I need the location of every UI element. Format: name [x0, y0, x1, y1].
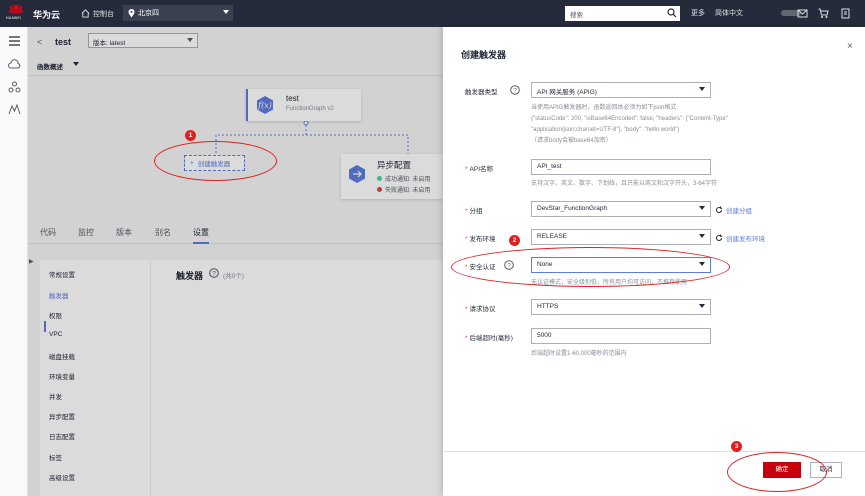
home-icon — [81, 9, 90, 18]
create-env-link[interactable]: 创建发布环境 — [715, 233, 765, 243]
modal-overlay[interactable] — [28, 27, 443, 496]
annotation-ellipse-1 — [154, 141, 277, 181]
network-icon[interactable] — [8, 81, 21, 93]
protocol-select[interactable]: HTTPS — [531, 299, 711, 315]
region-select[interactable]: 北京四 — [123, 5, 233, 21]
top-navigation-bar: HUAWEI 华为云 控制台 北京四 搜索 更多 简体中文 — [0, 0, 865, 27]
more-menu[interactable]: 更多 — [691, 8, 705, 18]
annotation-ellipse-3 — [727, 452, 827, 492]
search-placeholder: 搜索 — [570, 12, 583, 19]
create-group-link[interactable]: 创建分组 — [715, 205, 752, 215]
cart-icon[interactable] — [818, 8, 829, 19]
annotation-number-3: 3 — [731, 441, 742, 452]
search-input[interactable]: 搜索 — [565, 6, 680, 21]
search-icon[interactable] — [667, 8, 677, 18]
group-value: DevStar_FunctionGraph — [537, 205, 608, 212]
trigger-type-hint-4: （请求body会被base64加密） — [531, 138, 612, 144]
required-mark: * — [465, 208, 468, 215]
close-icon[interactable]: × — [847, 41, 853, 52]
env-label: * 发布环境 — [465, 233, 496, 243]
caret-down-icon — [699, 234, 705, 238]
env-value: RELEASE — [537, 233, 567, 240]
caret-down-icon — [223, 10, 229, 14]
logo-text: HUAWEI — [6, 16, 22, 20]
create-env-label: 创建发布环境 — [726, 236, 765, 243]
message-icon[interactable] — [797, 8, 808, 19]
annotation-ellipse-2 — [451, 247, 730, 287]
trigger-type-hint-3: "application/json;charset=UTF-8"}, "body… — [531, 127, 680, 133]
menu-icon[interactable] — [8, 35, 21, 47]
protocol-value: HTTPS — [537, 303, 559, 310]
workorder-icon[interactable] — [840, 8, 851, 19]
trigger-type-label: 触发器类型 — [465, 89, 498, 96]
create-group-label: 创建分组 — [726, 208, 752, 215]
env-label-text: 发布环境 — [469, 236, 496, 243]
timeout-value: 5000 — [537, 332, 552, 339]
cloud-icon[interactable] — [8, 59, 21, 71]
location-icon — [128, 8, 135, 17]
service-sidebar — [0, 27, 28, 496]
trigger-type-value: API 网关服务 (APIG) — [537, 89, 597, 96]
language-menu[interactable]: 简体中文 — [715, 8, 743, 18]
mountain-icon[interactable] — [8, 103, 21, 115]
huawei-logo[interactable]: HUAWEI — [6, 4, 26, 22]
help-icon[interactable]: ? — [510, 85, 520, 95]
timeout-hint: 后端超时设置1-60,000毫秒的范围内 — [531, 351, 627, 357]
annotation-number-1: 1 — [185, 130, 196, 141]
caret-down-icon — [699, 87, 705, 91]
trigger-type-hint-2: {"statusCode": 200, "isBase64Encoded": f… — [531, 116, 728, 122]
api-name-value: API_test — [537, 163, 562, 170]
timeout-input[interactable]: 5000 — [531, 328, 711, 344]
protocol-label: * 请求协议 — [465, 303, 496, 313]
api-name-label: * API名称 — [465, 163, 493, 173]
trigger-type-select[interactable]: API 网关服务 (APIG) — [531, 82, 711, 98]
env-select[interactable]: RELEASE — [531, 229, 711, 245]
required-mark: * — [465, 236, 468, 243]
refresh-icon[interactable] — [715, 234, 723, 242]
annotation-number-2: 2 — [509, 235, 520, 246]
required-mark: * — [465, 166, 468, 173]
drawer-title: 创建触发器 — [461, 50, 507, 60]
protocol-label-text: 请求协议 — [469, 306, 496, 313]
group-select[interactable]: DevStar_FunctionGraph — [531, 201, 711, 217]
timeout-label-text: 后端超时(毫秒) — [469, 335, 513, 342]
group-label-text: 分组 — [469, 208, 483, 215]
caret-down-icon — [699, 304, 705, 308]
svg-text:?: ? — [513, 88, 517, 95]
console-link[interactable]: 控制台 — [81, 7, 114, 20]
api-name-hint: 支持汉字、英文、数字、下划线，且只能以英文和汉字开头，3-64字符 — [531, 181, 718, 187]
api-name-input[interactable]: API_test — [531, 159, 711, 175]
api-name-label-text: API名称 — [469, 166, 494, 173]
caret-down-icon — [699, 206, 705, 210]
refresh-icon[interactable] — [715, 206, 723, 214]
footer-divider — [443, 451, 865, 452]
huawei-flower-icon — [9, 4, 23, 15]
timeout-label: * 后端超时(毫秒) — [465, 332, 513, 342]
brand-name[interactable]: 华为云 — [33, 8, 60, 21]
required-mark: * — [465, 306, 468, 313]
group-label: * 分组 — [465, 205, 483, 215]
required-mark: * — [465, 335, 468, 342]
console-label: 控制台 — [93, 10, 114, 18]
trigger-type-hint-1: 当使用APIG触发器时，函数返回体必须为如下json格式: — [531, 105, 679, 111]
region-label: 北京四 — [138, 10, 159, 17]
